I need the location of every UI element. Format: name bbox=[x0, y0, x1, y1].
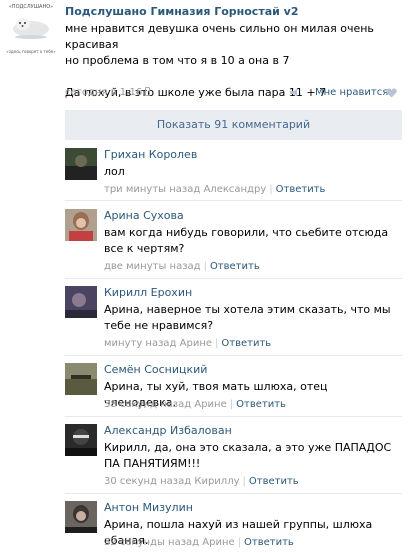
comment-text: вам когда нибудь говорили, что сьебите о… bbox=[104, 226, 389, 255]
comment-author[interactable]: Арина Сухова bbox=[104, 209, 184, 222]
comment-author[interactable]: Семён Сосницкий bbox=[104, 363, 207, 376]
comment-avatar[interactable] bbox=[65, 148, 97, 180]
divider bbox=[65, 493, 402, 494]
comment-text: лол bbox=[104, 165, 125, 178]
show-comments-button[interactable]: Показать 91 комментарий bbox=[65, 110, 402, 140]
comment-meta: 30 секунд назад Кириллу | Ответить bbox=[104, 476, 299, 487]
mobile-icon bbox=[145, 87, 151, 96]
divider bbox=[65, 355, 402, 356]
divider bbox=[65, 278, 402, 279]
comment-avatar[interactable] bbox=[65, 286, 97, 318]
comment-author[interactable]: Александр Избалован bbox=[104, 424, 232, 437]
reply-to[interactable]: Арине bbox=[194, 399, 226, 410]
group-name-link[interactable]: Подслушано Гимназия Горностай v2 bbox=[65, 5, 299, 18]
comment-author[interactable]: Кирилл Ерохин bbox=[104, 286, 192, 299]
reply-button[interactable]: Ответить bbox=[249, 476, 299, 487]
reply-to[interactable]: Александру bbox=[203, 184, 266, 195]
comment-meta: три минуты назад Александру | Ответить bbox=[104, 184, 326, 195]
comment-meta: 32 секунды назад Арине | Ответить bbox=[104, 537, 294, 548]
reply-button[interactable]: Ответить bbox=[276, 184, 326, 195]
comment-meta: 38 секунд назад Арине | Ответить bbox=[104, 399, 286, 410]
comment-text: Арина, наверное ты хотела этим сказать, … bbox=[104, 303, 391, 332]
post-time[interactable]: сегодня в 1:16 bbox=[65, 87, 142, 98]
comment-time[interactable]: 30 секунд назад bbox=[104, 476, 191, 487]
comment-avatar[interactable] bbox=[65, 501, 97, 533]
comment-time[interactable]: 32 секунды назад bbox=[104, 537, 199, 548]
comment-time[interactable]: 38 секунд назад bbox=[104, 399, 191, 410]
reply-to[interactable]: Арине bbox=[180, 338, 212, 349]
divider bbox=[65, 416, 402, 417]
comment-text: Кирилл, да, она это сказала, а это уже П… bbox=[104, 441, 392, 470]
reply-to[interactable]: Кириллу bbox=[194, 476, 239, 487]
like-button[interactable]: Мне нравится bbox=[315, 87, 388, 98]
post-text-line: но проблема в том что я в 10 а она в 7 bbox=[65, 54, 290, 67]
avatar-photo bbox=[65, 424, 97, 456]
post-text-line: мне нравится девушка очень сильно он мил… bbox=[65, 22, 374, 51]
reply-button[interactable]: Ответить bbox=[244, 537, 294, 548]
seal-logo bbox=[13, 18, 49, 39]
reply-to[interactable]: Арине bbox=[202, 537, 234, 548]
reply-button[interactable]: Ответить bbox=[210, 261, 260, 272]
divider bbox=[65, 200, 402, 201]
comment-time[interactable]: минуту назад bbox=[104, 338, 176, 349]
avatar-photo bbox=[65, 148, 97, 180]
avatar-photo bbox=[65, 501, 97, 533]
share-icon[interactable] bbox=[289, 88, 301, 97]
comment-avatar[interactable] bbox=[65, 424, 97, 456]
reply-button[interactable]: Ответить bbox=[221, 338, 271, 349]
comment-author[interactable]: Антон Мизулин bbox=[104, 501, 193, 514]
reply-button[interactable]: Ответить bbox=[236, 399, 286, 410]
comment-meta: две минуты назад | Ответить bbox=[104, 261, 260, 272]
heart-icon[interactable] bbox=[386, 88, 397, 98]
comment-time[interactable]: две минуты назад bbox=[104, 261, 201, 272]
avatar-bottom-text: «здесь говорят о тебе» bbox=[6, 49, 56, 54]
avatar-photo bbox=[65, 363, 97, 395]
avatar-photo bbox=[65, 209, 97, 241]
post-meta: сегодня в 1:16 bbox=[65, 87, 151, 98]
comment-time[interactable]: три минуты назад bbox=[104, 184, 200, 195]
comment-avatar[interactable] bbox=[65, 363, 97, 395]
comment-avatar[interactable] bbox=[65, 209, 97, 241]
comment-author[interactable]: Грихан Королев bbox=[104, 148, 197, 161]
group-avatar[interactable]: «ПОДСЛУШАНО» «здесь говорят о тебе» bbox=[6, 4, 56, 56]
comment-meta: минуту назад Арине | Ответить bbox=[104, 338, 272, 349]
avatar-top-text: «ПОДСЛУШАНО» bbox=[8, 4, 54, 10]
avatar-photo bbox=[65, 286, 97, 318]
